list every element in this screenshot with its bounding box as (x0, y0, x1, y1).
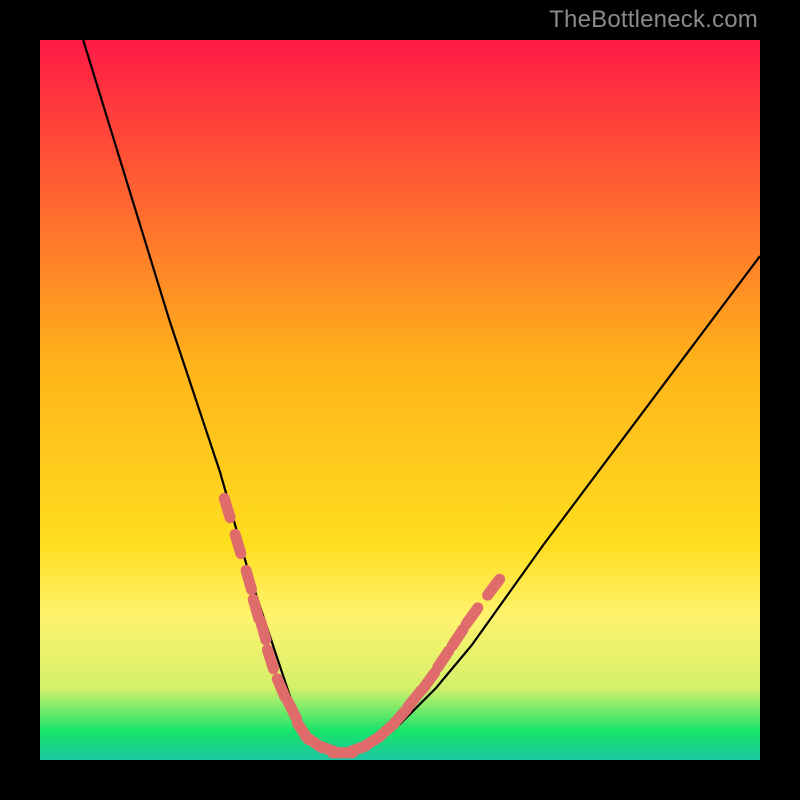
marker-segment (261, 621, 266, 640)
curve-layer (40, 40, 760, 760)
chart-frame: TheBottleneck.com (0, 0, 800, 800)
marker-segment (466, 608, 478, 624)
marker-segment (277, 679, 285, 697)
marker-segment (488, 579, 500, 595)
marker-segment (267, 650, 273, 669)
curve-markers (224, 498, 499, 752)
marker-segment (224, 498, 230, 517)
bottleneck-curve (83, 40, 760, 753)
attribution-label: TheBottleneck.com (549, 6, 758, 34)
plot-area (40, 40, 760, 760)
marker-segment (246, 570, 251, 589)
marker-segment (423, 673, 435, 689)
marker-segment (452, 629, 463, 646)
marker-segment (288, 701, 297, 719)
marker-segment (235, 534, 241, 553)
marker-segment (253, 599, 258, 618)
marker-segment (393, 709, 406, 724)
marker-segment (438, 651, 449, 668)
